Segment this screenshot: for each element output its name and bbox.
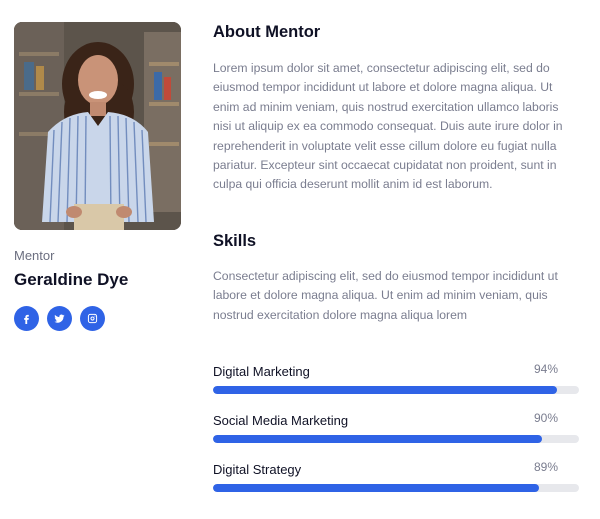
- facebook-icon: [24, 314, 29, 324]
- skills-heading: Skills: [213, 232, 257, 250]
- skill-percent: 94%: [533, 362, 558, 376]
- skill-progress-fill: [213, 435, 543, 443]
- about-heading: About Mentor: [213, 23, 321, 41]
- social-links: [14, 306, 105, 331]
- twitter-button[interactable]: [47, 306, 72, 331]
- mentor-role: Mentor: [14, 248, 55, 263]
- twitter-icon: [54, 314, 65, 323]
- skill-percent: 89%: [533, 460, 558, 474]
- skill-label: Social Media Marketing: [213, 413, 349, 428]
- mentor-name: Geraldine Dye: [14, 270, 129, 289]
- about-text: Lorem ipsum dolor sit amet, consectetur …: [213, 61, 563, 192]
- skill-label: Digital Strategy: [213, 462, 302, 477]
- skill-progress-fill: [213, 386, 558, 394]
- skill-label: Digital Marketing: [213, 364, 310, 379]
- skill-progress-track: [213, 386, 579, 394]
- facebook-button[interactable]: [14, 306, 39, 331]
- skills-text: Consectetur adipiscing elit, sed do eius…: [213, 269, 558, 322]
- instagram-icon: [87, 313, 98, 324]
- mentor-photo: [14, 22, 181, 230]
- skill-percent: 90%: [533, 411, 558, 425]
- skill-progress-track: [213, 484, 579, 492]
- skill-progress-fill: [213, 484, 539, 492]
- instagram-button[interactable]: [80, 306, 105, 331]
- skill-progress-track: [213, 435, 579, 443]
